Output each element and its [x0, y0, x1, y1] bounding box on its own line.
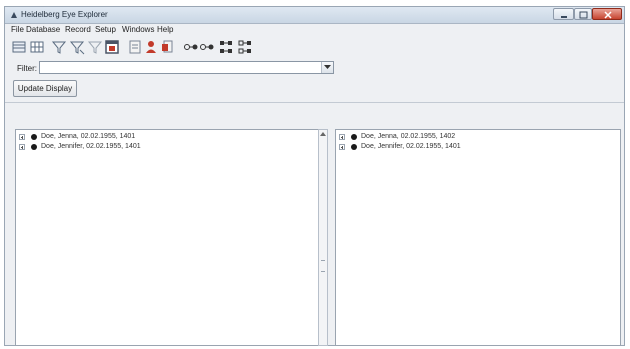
- filter-edit-icon[interactable]: [69, 39, 85, 55]
- patient-dot-icon: [31, 144, 37, 150]
- chevron-down-icon: [324, 65, 331, 69]
- patient-label: Doe, Jennifer, 02.02.1955, 1401: [361, 143, 461, 150]
- scroll-grip[interactable]: [321, 260, 325, 272]
- window-title: Heidelberg Eye Explorer: [21, 10, 108, 19]
- patient-dot-icon: [351, 134, 357, 140]
- filter-remove-icon[interactable]: [87, 39, 103, 55]
- minimize-button[interactable]: [553, 8, 574, 20]
- menu-database[interactable]: Database: [26, 25, 60, 34]
- menu-help[interactable]: Help: [157, 25, 173, 34]
- tree-row[interactable]: Doe, Jenna, 02.02.1955, 1402: [339, 133, 609, 142]
- menu-setup[interactable]: Setup: [95, 25, 116, 34]
- calendar-icon[interactable]: [104, 39, 120, 55]
- patient-dot-icon: [31, 134, 37, 140]
- maximize-icon: [579, 11, 588, 19]
- title-bar[interactable]: Heidelberg Eye Explorer: [5, 7, 624, 24]
- main-window: Heidelberg Eye Explorer File Database Re…: [4, 6, 625, 346]
- menu-bar: File Database Record Setup Windows Help: [5, 24, 624, 35]
- maximize-button[interactable]: [574, 8, 592, 20]
- close-button[interactable]: [592, 8, 622, 20]
- scroll-up-icon[interactable]: [320, 132, 326, 137]
- update-display-button[interactable]: Update Display: [13, 80, 77, 97]
- edit-record-icon[interactable]: [127, 39, 143, 55]
- filter-icon[interactable]: [51, 39, 67, 55]
- patient-label: Doe, Jenna, 02.02.1955, 1401: [41, 133, 136, 140]
- left-patient-tree[interactable]: Doe, Jenna, 02.02.1955, 1401 Doe, Jennif…: [15, 129, 321, 346]
- toolbar: [5, 36, 624, 58]
- patient-label: Doe, Jennifer, 02.02.1955, 1401: [41, 143, 141, 150]
- filter-label: Filter:: [17, 64, 37, 73]
- link-alt-icon[interactable]: [199, 39, 215, 55]
- database-icon[interactable]: [11, 39, 27, 55]
- menu-record[interactable]: Record: [65, 25, 91, 34]
- tree-expand-icon[interactable]: [218, 39, 234, 55]
- expand-icon[interactable]: [339, 144, 345, 150]
- patient-icon[interactable]: [143, 39, 159, 55]
- menu-windows[interactable]: Windows: [122, 25, 154, 34]
- close-icon: [604, 11, 612, 19]
- menu-file[interactable]: File: [11, 25, 24, 34]
- tree-row[interactable]: Doe, Jennifer, 02.02.1955, 1401: [19, 143, 309, 152]
- expand-icon[interactable]: [19, 134, 25, 140]
- patient-label: Doe, Jenna, 02.02.1955, 1402: [361, 133, 456, 140]
- patient-dot-icon: [351, 144, 357, 150]
- combo-dropdown-button[interactable]: [321, 62, 333, 73]
- expand-icon[interactable]: [19, 144, 25, 150]
- tree-collapse-icon[interactable]: [237, 39, 253, 55]
- link-icon[interactable]: [183, 39, 199, 55]
- tree-row[interactable]: Doe, Jenna, 02.02.1955, 1401: [19, 133, 309, 142]
- vertical-scrollbar[interactable]: [318, 129, 328, 346]
- grid-view-icon[interactable]: [29, 39, 45, 55]
- export-icon[interactable]: [160, 39, 176, 55]
- expand-icon[interactable]: [339, 134, 345, 140]
- tree-row[interactable]: Doe, Jennifer, 02.02.1955, 1401: [339, 143, 609, 152]
- app-icon: [11, 12, 17, 18]
- minimize-icon: [561, 16, 567, 18]
- divider: [5, 102, 624, 103]
- right-patient-tree[interactable]: Doe, Jenna, 02.02.1955, 1402 Doe, Jennif…: [335, 129, 621, 346]
- filter-combobox[interactable]: [39, 61, 334, 74]
